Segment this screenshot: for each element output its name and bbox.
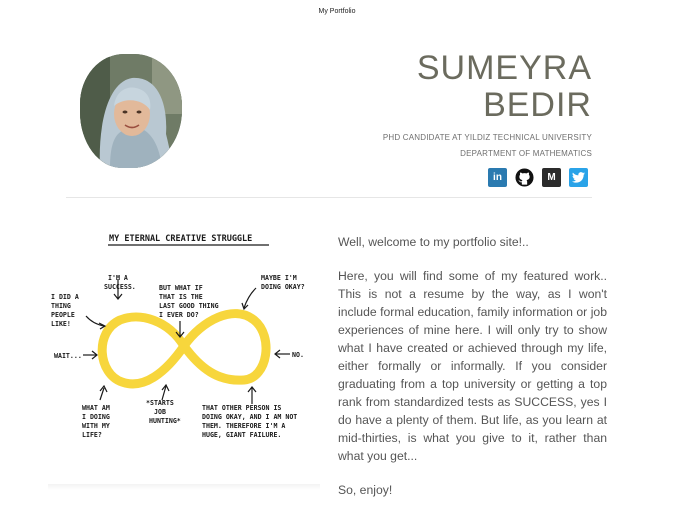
label-other-1: THAT OTHER PERSON IS — [202, 404, 281, 412]
subtitle-department: DEPARTMENT OF MATHEMATICS — [460, 149, 592, 158]
label-okay-1: MAYBE I'M — [261, 274, 297, 282]
first-name: SUMEYRA — [416, 49, 592, 87]
label-job-2: JOB — [154, 408, 166, 416]
infinity-loop — [97, 309, 271, 389]
social-links: in M — [488, 168, 588, 187]
label-i-did-4: LIKE! — [51, 320, 71, 328]
label-success-2: SUCCESS. — [104, 283, 136, 291]
label-what-am-4: LIFE? — [82, 431, 102, 439]
label-job-3: HUNTING* — [149, 417, 181, 425]
label-wait: WAIT... — [54, 352, 82, 360]
label-okay-2: DOING OKAY? — [261, 283, 305, 291]
label-success-1: I'M A — [108, 274, 128, 282]
closing: So, enjoy! — [338, 483, 393, 497]
label-job-1: *STARTS — [146, 399, 174, 407]
medium-icon[interactable]: M — [542, 168, 561, 187]
creative-struggle-illustration: MY ETERNAL CREATIVE STRUGGLE I DID A THI… — [51, 234, 305, 439]
label-what-if-1: BUT WHAT IF — [159, 284, 203, 292]
last-name: BEDIR — [483, 86, 592, 124]
label-other-2: DOING OKAY, AND I AM NOT — [202, 413, 297, 421]
label-i-did-2: THING — [51, 302, 71, 310]
label-other-3: THEM. THEREFORE I'M A — [202, 422, 285, 430]
label-i-did-1: I DID A — [51, 293, 79, 301]
greeting: Well, welcome to my portfolio site!.. — [338, 235, 529, 249]
linkedin-icon[interactable]: in — [488, 168, 507, 187]
label-what-if-4: I EVER DO? — [159, 311, 199, 319]
intro-text: Well, welcome to my portfolio site!.. He… — [338, 233, 607, 515]
avatar — [80, 54, 182, 168]
subtitle-position: PHD CANDIDATE AT YILDIZ TECHNICAL UNIVER… — [382, 133, 592, 142]
person-name: SUMEYRA BEDIR — [417, 50, 592, 124]
label-i-did-3: PEOPLE — [51, 311, 75, 319]
twitter-icon[interactable] — [569, 168, 588, 187]
label-what-if-2: THAT IS THE — [159, 293, 203, 301]
page-title: My Portfolio — [318, 8, 356, 15]
label-what-if-3: LAST GOOD THING — [159, 302, 219, 310]
header-divider — [66, 197, 592, 198]
label-what-am-3: WITH MY — [82, 422, 110, 430]
github-icon[interactable] — [515, 168, 534, 187]
label-what-am-2: I DOING — [82, 413, 110, 421]
illustration-shadow — [48, 484, 320, 490]
label-what-am-1: WHAT AM — [82, 404, 110, 412]
label-other-4: HUGE, GIANT FAILURE. — [202, 431, 281, 439]
label-no: NO. — [292, 351, 304, 359]
illustration-title: MY ETERNAL CREATIVE STRUGGLE — [109, 234, 252, 244]
intro-body: Here, you will find some of my featured … — [338, 269, 607, 463]
